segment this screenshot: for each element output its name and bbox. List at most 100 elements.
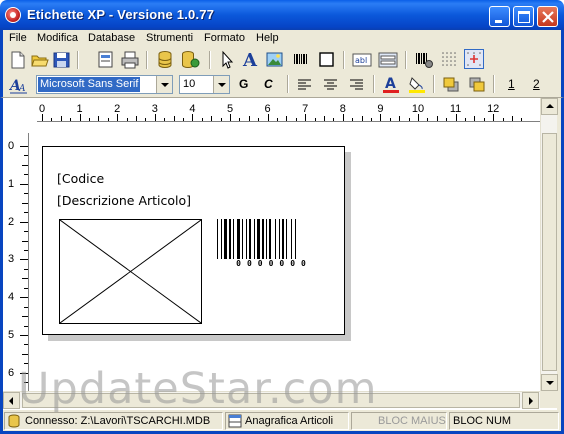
menu-modifica[interactable]: Modifica xyxy=(37,32,78,44)
database-icon[interactable] xyxy=(156,50,176,70)
barcode-bar xyxy=(291,219,292,259)
ruler-tick xyxy=(267,114,269,121)
menu-formato[interactable]: Formato xyxy=(204,32,245,44)
fill-color-icon[interactable] xyxy=(407,74,427,94)
chevron-down-icon[interactable] xyxy=(156,76,172,93)
horizontal-scroll-thumb[interactable] xyxy=(22,393,520,408)
scroll-up-button[interactable] xyxy=(541,98,558,115)
ruler-tick xyxy=(22,278,28,280)
bring-to-front-icon[interactable] xyxy=(441,75,461,95)
minimize-button[interactable] xyxy=(489,6,510,27)
new-document-icon[interactable] xyxy=(8,50,28,70)
maximize-button[interactable] xyxy=(513,6,534,27)
vertical-ruler: 0 1 2 3 4 5 6 xyxy=(3,133,29,391)
menu-strumenti[interactable]: Strumenti xyxy=(146,32,193,44)
ruler-tick xyxy=(258,118,260,121)
label-field-descrizione[interactable]: [Descrizione Articolo] xyxy=(57,193,191,208)
toolbar-separator xyxy=(287,75,289,93)
bold-button[interactable]: G xyxy=(239,77,248,91)
line-width-2-button[interactable]: 2 xyxy=(533,77,540,91)
image-placeholder[interactable] xyxy=(59,219,202,324)
ruler-tick xyxy=(427,118,429,121)
menu-database[interactable]: Database xyxy=(88,32,135,44)
ruler-tick xyxy=(126,118,128,121)
save-icon[interactable] xyxy=(52,50,72,70)
font-style-icon[interactable]: AA xyxy=(9,75,29,95)
ruler-tick xyxy=(521,118,523,121)
scroll-right-button[interactable] xyxy=(522,392,539,409)
ruler-tick xyxy=(493,114,495,121)
barcode-bar xyxy=(279,219,280,259)
scroll-left-button[interactable] xyxy=(3,392,20,409)
print-icon[interactable] xyxy=(120,50,140,70)
font-size-select[interactable]: 10 xyxy=(179,75,230,94)
snap-to-grid-icon[interactable] xyxy=(464,49,484,69)
svg-text:A: A xyxy=(385,76,396,92)
database-link-icon[interactable] xyxy=(180,50,200,70)
ruler-tick xyxy=(20,372,28,374)
ruler-tick xyxy=(248,116,250,121)
ruler-number: 6 xyxy=(8,366,15,379)
align-left-icon[interactable] xyxy=(295,75,315,95)
select-pointer-icon[interactable] xyxy=(217,50,237,70)
barcode-object[interactable]: 0000000 xyxy=(215,217,333,268)
barcode-tool-icon[interactable] xyxy=(291,50,311,70)
label-field-codice[interactable]: [Codice xyxy=(57,171,104,186)
ruler-tick xyxy=(333,118,335,121)
ruler-tick xyxy=(60,116,62,121)
ruler-tick xyxy=(465,118,466,121)
ruler-tick xyxy=(436,116,438,121)
ruler-tick xyxy=(24,268,28,270)
font-color-icon[interactable]: A xyxy=(381,74,401,94)
barcode-properties-icon[interactable] xyxy=(414,50,434,70)
ruler-tick xyxy=(483,118,485,121)
barcode-bar xyxy=(237,219,240,259)
align-center-icon[interactable] xyxy=(321,75,341,95)
label-page[interactable]: [Codice [Descrizione Articolo] 0000000 xyxy=(42,146,345,335)
text-field-icon[interactable]: abl xyxy=(352,50,372,70)
horizontal-scrollbar[interactable] xyxy=(3,391,540,409)
close-button[interactable] xyxy=(537,6,558,27)
ruler-tick xyxy=(455,114,457,121)
ruler-tick xyxy=(89,118,90,121)
ruler-tick xyxy=(20,297,28,299)
ruler-tick xyxy=(446,118,448,121)
ruler-tick xyxy=(20,183,28,185)
ruler-tick xyxy=(24,306,28,308)
grid-icon[interactable] xyxy=(440,50,460,70)
ruler-tick xyxy=(361,116,363,121)
barcode-text: 0000000 xyxy=(236,259,312,267)
app-icon[interactable] xyxy=(5,7,21,23)
barcode-bar xyxy=(246,219,247,259)
ruler-tick xyxy=(239,118,241,121)
image-tool-icon[interactable] xyxy=(265,50,285,70)
italic-button[interactable]: C xyxy=(264,77,273,91)
ruler-tick xyxy=(24,287,28,289)
send-to-back-icon[interactable] xyxy=(467,75,487,95)
open-folder-icon[interactable] xyxy=(30,50,50,70)
scroll-down-button[interactable] xyxy=(541,374,558,391)
ruler-tick xyxy=(230,114,231,121)
text-tool-icon[interactable]: A xyxy=(241,49,261,69)
vertical-scrollbar[interactable] xyxy=(540,98,558,391)
toolbar-separator xyxy=(77,51,79,69)
image-placeholder-cross xyxy=(59,219,202,324)
ruler-number: 0 xyxy=(8,140,15,152)
font-name-select[interactable]: Microsoft Sans Serif xyxy=(36,75,173,94)
toolbar-separator xyxy=(343,51,345,69)
menu-file[interactable]: File xyxy=(9,32,27,44)
toolbar-separator xyxy=(405,51,407,69)
ruler-tick xyxy=(183,118,184,121)
rectangle-tool-icon[interactable] xyxy=(317,50,337,70)
page-setup-icon[interactable] xyxy=(96,50,116,70)
data-field-icon[interactable] xyxy=(378,50,398,70)
ruler-tick xyxy=(51,118,53,121)
align-right-icon[interactable] xyxy=(347,75,367,95)
vertical-scroll-thumb[interactable] xyxy=(542,133,557,371)
ruler-tick xyxy=(342,114,344,121)
menu-help[interactable]: Help xyxy=(256,32,279,44)
chevron-down-icon[interactable] xyxy=(213,76,229,93)
database-icon xyxy=(8,414,20,428)
line-width-1-button[interactable]: 1 xyxy=(508,77,515,91)
ruler-tick xyxy=(173,116,175,121)
